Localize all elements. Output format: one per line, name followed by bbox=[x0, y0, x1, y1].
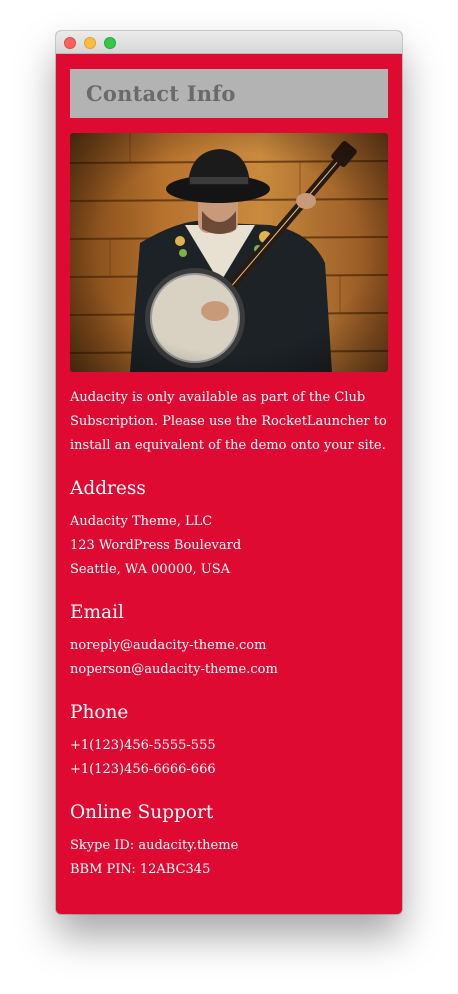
online-support-heading: Online Support bbox=[70, 802, 214, 823]
online-support-section: Online Support Skype ID: audacity.theme … bbox=[70, 801, 388, 882]
bbm-pin: BBM PIN: 12ABC345 bbox=[70, 862, 211, 877]
address-section: Address Audacity Theme, LLC 123 WordPres… bbox=[70, 477, 388, 582]
address-heading: Address bbox=[70, 478, 146, 499]
zoom-window-button[interactable] bbox=[104, 37, 116, 49]
contact-info-header: Contact Info bbox=[70, 69, 388, 118]
email-section: Email noreply@audacity-theme.com noperso… bbox=[70, 601, 388, 682]
phone-heading: Phone bbox=[70, 702, 129, 723]
page-title: Contact Info bbox=[86, 81, 236, 106]
browser-window: Contact Info Audacity is only available … bbox=[56, 31, 402, 914]
phone-section: Phone +1(123)456-5555-555 +1(123)456-666… bbox=[70, 701, 388, 782]
email-heading: Email bbox=[70, 602, 124, 623]
email-lines: noreply@audacity-theme.com noperson@auda… bbox=[70, 634, 388, 682]
minimize-window-button[interactable] bbox=[84, 37, 96, 49]
phone-number: +1(123)456-6666-666 bbox=[70, 762, 216, 777]
close-window-button[interactable] bbox=[64, 37, 76, 49]
window-titlebar bbox=[56, 31, 402, 54]
email-address[interactable]: noperson@audacity-theme.com bbox=[70, 658, 388, 682]
email-address[interactable]: noreply@audacity-theme.com bbox=[70, 634, 388, 658]
phone-lines: +1(123)456-5555-555 +1(123)456-6666-666 bbox=[70, 734, 388, 782]
address-line: Seattle, WA 00000, USA bbox=[70, 562, 231, 577]
musician-photo bbox=[70, 133, 388, 372]
address-line: 123 WordPress Boulevard bbox=[70, 538, 242, 553]
address-line: Audacity Theme, LLC bbox=[70, 514, 213, 529]
intro-text: Audacity is only available as part of th… bbox=[70, 390, 387, 453]
page-content: Contact Info Audacity is only available … bbox=[56, 54, 402, 914]
phone-number: +1(123)456-5555-555 bbox=[70, 738, 216, 753]
skype-id: Skype ID: audacity.theme bbox=[70, 838, 239, 853]
online-support-lines: Skype ID: audacity.theme BBM PIN: 12ABC3… bbox=[70, 834, 388, 882]
address-lines: Audacity Theme, LLC 123 WordPress Boulev… bbox=[70, 510, 388, 582]
